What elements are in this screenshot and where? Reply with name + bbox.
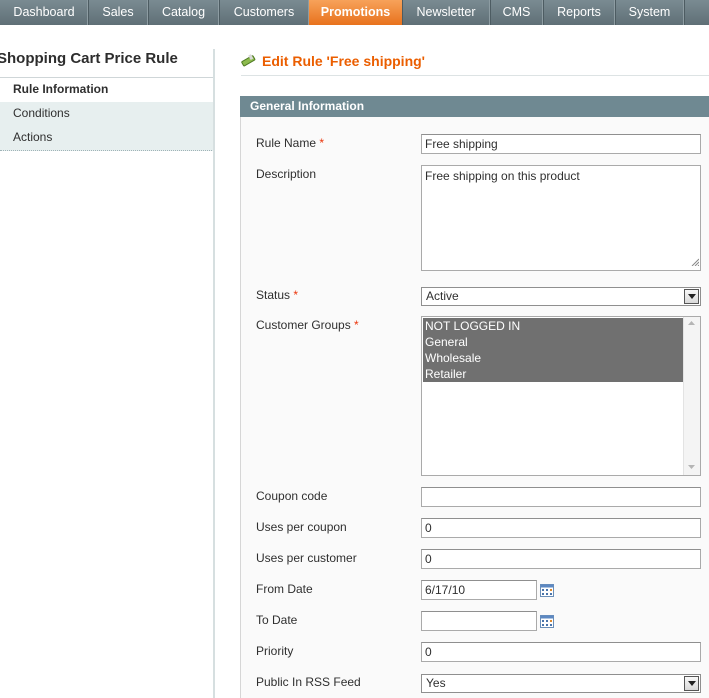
- tab-label: Actions: [13, 130, 53, 144]
- chevron-down-icon[interactable]: [684, 676, 699, 691]
- uses-per-customer-label: Uses per customer: [256, 551, 357, 565]
- customer-group-option[interactable]: Retailer: [423, 366, 685, 382]
- rule-name-label: Rule Name *: [256, 136, 325, 150]
- description-label: Description: [256, 167, 317, 181]
- chevron-down-icon[interactable]: [684, 289, 699, 304]
- customer-group-option[interactable]: NOT LOGGED IN: [423, 318, 685, 334]
- priority-label: Priority: [256, 644, 294, 658]
- fieldset-legend-text: General Information: [250, 99, 365, 113]
- tab-label: Conditions: [13, 106, 70, 120]
- tab-label: Rule Information: [13, 82, 109, 96]
- customer-group-option[interactable]: General: [423, 334, 685, 350]
- uses-per-customer-input[interactable]: 0: [421, 549, 701, 569]
- scroll-up-icon[interactable]: [688, 321, 695, 325]
- page-title: Edit Rule 'Free shipping': [262, 53, 426, 69]
- sidebar-title: Shopping Cart Price Rule: [0, 49, 215, 78]
- tab-conditions[interactable]: Conditions: [0, 102, 214, 127]
- status-value: Active: [426, 289, 459, 303]
- uses-per-coupon-input[interactable]: 0: [421, 518, 701, 538]
- customer-groups-label: Customer Groups *: [256, 318, 359, 332]
- resize-grip-icon[interactable]: [691, 255, 700, 269]
- status-select[interactable]: Active: [421, 287, 701, 306]
- scroll-down-icon[interactable]: [688, 465, 695, 469]
- scrollbar[interactable]: [683, 317, 700, 475]
- rss-feed-label: Public In RSS Feed: [256, 675, 361, 689]
- description-text: Free shipping on this product: [425, 169, 580, 183]
- sidebar-title-text: Shopping Cart Price Rule: [0, 50, 178, 67]
- required-marker: *: [293, 288, 299, 302]
- nav-reports[interactable]: Reports: [543, 0, 616, 25]
- tab-actions[interactable]: Actions: [0, 126, 214, 151]
- nav-catalog[interactable]: Catalog: [148, 0, 220, 25]
- priority-input[interactable]: 0: [421, 642, 701, 662]
- customer-groups-multiselect[interactable]: NOT LOGGED IN General Wholesale Retailer: [421, 316, 701, 476]
- customer-group-option[interactable]: Wholesale: [423, 350, 685, 366]
- from-date-label: From Date: [256, 582, 313, 596]
- required-marker: *: [354, 318, 359, 332]
- sidebar-divider: [213, 49, 215, 698]
- header-divider: [241, 75, 709, 76]
- nav-customers[interactable]: Customers: [219, 0, 310, 25]
- calendar-icon[interactable]: [540, 614, 554, 631]
- from-date-input[interactable]: 6/17/10: [421, 580, 537, 600]
- rss-feed-value: Yes: [426, 676, 446, 690]
- nav-system[interactable]: System: [615, 0, 685, 25]
- nav-dashboard[interactable]: Dashboard: [0, 0, 89, 25]
- required-marker: *: [319, 136, 325, 150]
- uses-per-coupon-label: Uses per coupon: [256, 520, 347, 534]
- coupon-code-input[interactable]: [421, 487, 701, 507]
- main-nav: Dashboard Sales Catalog Customers Promot…: [0, 0, 709, 25]
- status-label: Status *: [256, 288, 299, 302]
- rss-feed-select[interactable]: Yes: [421, 674, 701, 693]
- calendar-icon[interactable]: [540, 583, 554, 600]
- description-textarea[interactable]: Free shipping on this product: [421, 165, 701, 271]
- pencil-icon: [241, 54, 257, 71]
- rule-name-input[interactable]: Free shipping: [421, 134, 701, 154]
- to-date-input[interactable]: [421, 611, 537, 631]
- nav-promotions[interactable]: Promotions: [309, 0, 403, 25]
- nav-newsletter[interactable]: Newsletter: [402, 0, 491, 25]
- coupon-code-label: Coupon code: [256, 489, 328, 503]
- nav-sales[interactable]: Sales: [88, 0, 149, 25]
- tab-rule-information[interactable]: Rule Information: [0, 78, 214, 103]
- fieldset-legend: General Information: [240, 96, 709, 117]
- to-date-label: To Date: [256, 613, 298, 627]
- nav-cms[interactable]: CMS: [490, 0, 544, 25]
